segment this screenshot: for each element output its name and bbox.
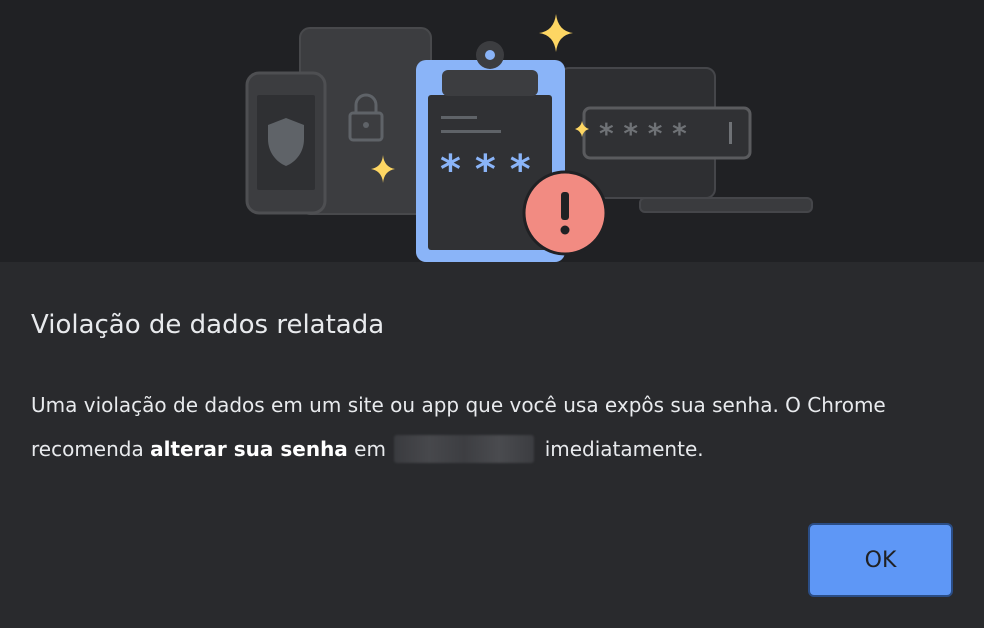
dialog-title: Violação de dados relatada [31,310,385,340]
blurred-site-name [394,435,535,463]
password-breach-dialog: * * * * * * * Violação de dados relatada… [0,0,984,628]
change-password-text: alterar sua senha [150,437,348,461]
field-password-mask: * * * * [599,117,687,150]
message-text-end: imediatamente. [544,437,704,461]
dialog-message: Uma violação de dados em um site ou app … [31,383,961,471]
warning-icon [522,170,608,256]
clipboard-password-mask: * * * [440,147,531,193]
password-field-icon: * * * * [582,106,752,160]
ok-button[interactable]: OK [808,523,953,597]
message-text-middle: em [347,437,386,461]
breach-illustration: * * * * * * * [0,0,984,262]
phone-shield-icon [245,71,327,215]
